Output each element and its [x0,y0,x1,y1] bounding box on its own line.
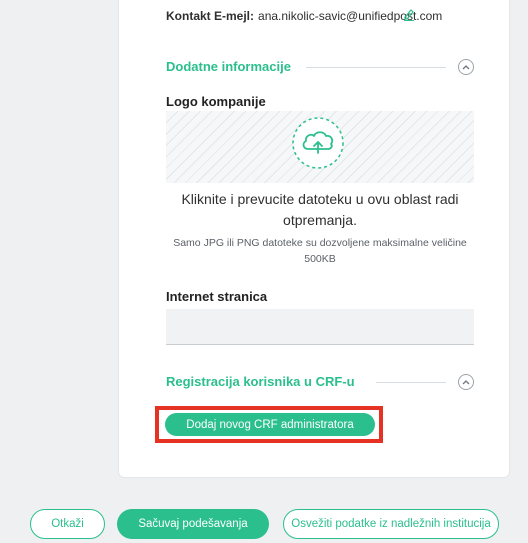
section-crf-registration: Registracija korisnika u CRF-u [166,372,474,392]
settings-page: Kontakt E-mejl: ana.nikolic-savic@unified… [0,0,528,543]
section-title: Dodatne informacije [166,59,297,74]
save-settings-button[interactable]: Sačuvaj podešavanja [117,509,269,539]
dropzone-instructions: Kliknite i prevucite datoteku u ovu obla… [181,191,459,228]
refresh-from-institutions-button[interactable]: Osvežiti podatke iz nadležnih institucij… [283,509,499,539]
website-input[interactable] [166,309,474,345]
section-title: Registracija korisnika u CRF-u [166,374,361,389]
cloud-upload-icon [290,115,346,176]
contact-email-label: Kontakt E-mejl: [166,9,255,23]
section-divider [306,67,446,68]
website-label: Internet stranica [166,289,268,304]
pencil-icon[interactable] [403,7,415,21]
cancel-button[interactable]: Otkaži [30,509,105,539]
logo-dropzone[interactable] [166,111,474,183]
settings-card: Kontakt E-mejl: ana.nikolic-savic@unified… [118,0,510,478]
dropzone-file-note: Samo JPG ili PNG datoteke su dozvoljene … [173,237,467,265]
footer-action-bar: Otkaži Sačuvaj podešavanja Osvežiti poda… [0,490,528,543]
contact-email-row: Kontakt E-mejl: ana.nikolic-savic@unified… [166,9,442,23]
chevron-up-icon[interactable] [458,374,474,390]
logo-label: Logo kompanije [166,94,266,109]
section-divider [376,382,446,383]
chevron-up-icon[interactable] [458,59,474,75]
section-additional-info: Dodatne informacije [166,57,474,77]
add-crf-admin-button[interactable]: Dodaj novog CRF administratora [165,413,375,436]
